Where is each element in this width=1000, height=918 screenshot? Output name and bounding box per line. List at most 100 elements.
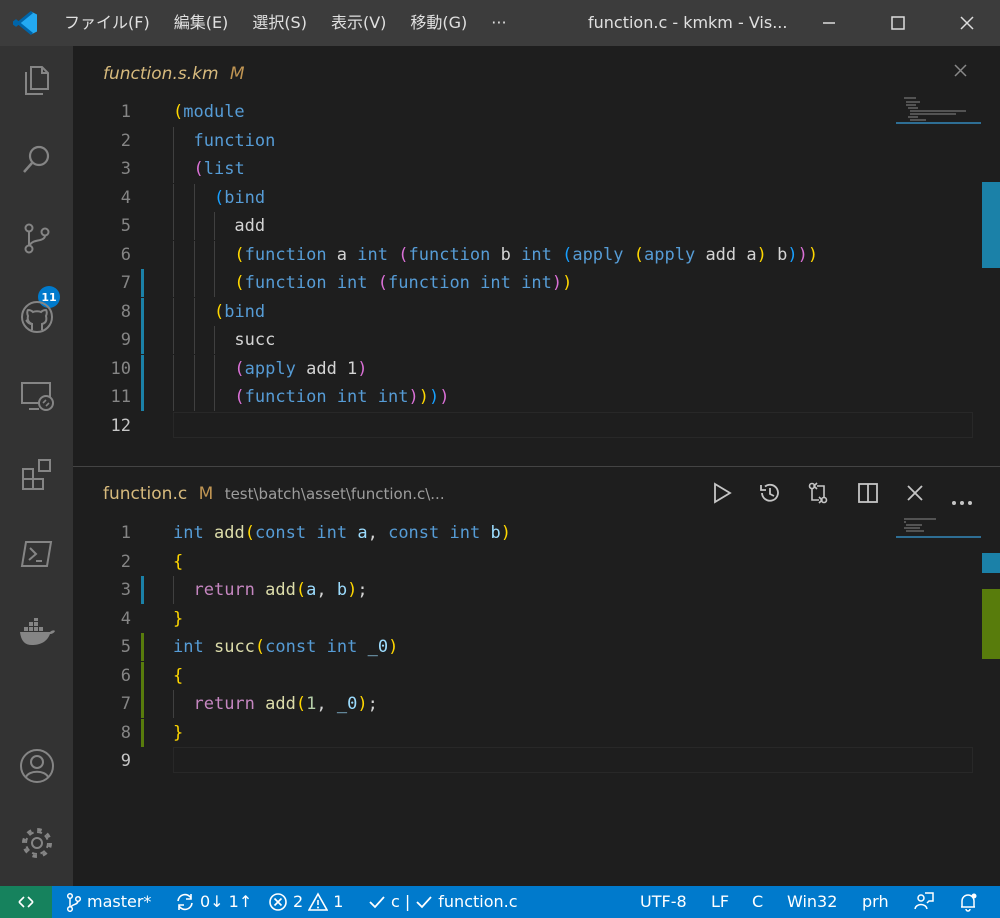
branch-indicator[interactable]: master* bbox=[66, 886, 151, 918]
code-line[interactable]: 4} bbox=[73, 605, 973, 633]
explorer-button[interactable] bbox=[0, 50, 73, 110]
code-line[interactable]: 9 succ bbox=[73, 326, 973, 354]
menu-edit[interactable]: 編集(E) bbox=[162, 0, 241, 46]
files-icon bbox=[24, 66, 49, 95]
sync-counts: 0↓ 1↑ bbox=[200, 892, 253, 911]
branch-name: master* bbox=[87, 892, 152, 911]
run-button[interactable] bbox=[711, 482, 733, 508]
code-line[interactable]: 2{ bbox=[73, 548, 973, 576]
code-text: add bbox=[173, 216, 266, 236]
github-button[interactable] bbox=[0, 287, 73, 347]
menu-go[interactable]: 移動(G) bbox=[398, 0, 479, 46]
maximize-button[interactable] bbox=[875, 0, 921, 46]
code-line[interactable]: 5 add bbox=[73, 212, 973, 240]
dirty-diff-marker[interactable] bbox=[141, 354, 144, 383]
prh-indicator[interactable]: prh bbox=[862, 886, 889, 918]
dirty-diff-marker[interactable] bbox=[141, 269, 144, 297]
notifications-button[interactable] bbox=[958, 886, 978, 918]
extensions-button[interactable] bbox=[0, 445, 73, 505]
accounts-button[interactable] bbox=[0, 736, 73, 796]
dirty-diff-marker[interactable] bbox=[141, 718, 144, 747]
code-text: (function int int)))) bbox=[234, 387, 450, 407]
source-control-icon bbox=[24, 223, 49, 254]
vscode-logo-icon bbox=[0, 0, 52, 46]
dirty-diff-marker[interactable] bbox=[141, 383, 144, 411]
code-line[interactable]: 2 function bbox=[73, 126, 973, 155]
dirty-diff-marker[interactable] bbox=[141, 297, 144, 326]
code-line[interactable]: 11 (function int int)))) bbox=[73, 383, 973, 411]
dirty-diff-marker[interactable] bbox=[141, 661, 144, 690]
dirty-diff-marker[interactable] bbox=[141, 690, 144, 718]
split-editor-button[interactable] bbox=[857, 482, 879, 508]
code-line[interactable]: 4 (bind bbox=[73, 183, 973, 212]
code-line[interactable]: 12 bbox=[73, 411, 973, 440]
open-changes-button[interactable] bbox=[807, 482, 829, 508]
play-icon bbox=[714, 482, 732, 504]
language-indicator[interactable]: C bbox=[752, 886, 763, 918]
code-line[interactable]: 7 (function int (function int int)) bbox=[73, 269, 973, 297]
code-text: (bind bbox=[213, 187, 266, 208]
tab-filename: function.c bbox=[103, 484, 188, 504]
code-text: (apply add 1) bbox=[234, 358, 368, 379]
settings-button[interactable] bbox=[0, 813, 73, 873]
remote-indicator[interactable] bbox=[0, 886, 52, 918]
menu-file[interactable]: ファイル(F) bbox=[52, 0, 162, 46]
docker-button[interactable] bbox=[0, 603, 73, 663]
minimize-button[interactable] bbox=[806, 0, 852, 46]
code-line[interactable]: 3 (list bbox=[73, 155, 973, 183]
minimap[interactable] bbox=[896, 517, 1000, 539]
close-editor-button[interactable] bbox=[953, 63, 969, 83]
close-editor-button[interactable] bbox=[906, 484, 924, 506]
menu-view[interactable]: 表示(V) bbox=[319, 0, 398, 46]
code-line[interactable]: 6{ bbox=[73, 661, 973, 690]
feedback-button[interactable] bbox=[914, 886, 934, 918]
dirty-diff-marker[interactable] bbox=[141, 326, 144, 354]
code-text: return add(a, b); bbox=[193, 580, 368, 600]
code-line[interactable]: 8 (bind bbox=[73, 297, 973, 326]
code-line[interactable]: 9 bbox=[73, 747, 973, 775]
minimap-preview bbox=[896, 97, 981, 124]
line-number: 9 bbox=[120, 751, 131, 771]
code-line[interactable]: 8} bbox=[73, 718, 973, 747]
code-line[interactable]: 1 int add(const int a, const int b) bbox=[73, 519, 973, 547]
sync-indicator[interactable]: 0↓ 1↑ bbox=[175, 886, 252, 918]
search-button[interactable] bbox=[0, 129, 73, 189]
code-editor[interactable]: 1 int add(const int a, const int b) 2{3 re… bbox=[73, 519, 973, 849]
source-control-button[interactable] bbox=[0, 208, 73, 268]
problems-indicator[interactable]: 2 1 bbox=[268, 886, 343, 918]
activity-bar: 11 bbox=[0, 46, 73, 886]
editor-tab[interactable]: function.s.km M bbox=[103, 64, 245, 84]
timeline-button[interactable] bbox=[758, 482, 780, 508]
powershell-button[interactable] bbox=[0, 524, 73, 584]
eol-indicator[interactable]: LF bbox=[711, 886, 729, 918]
close-window-button[interactable] bbox=[944, 0, 990, 46]
editor-tab[interactable]: function.c M test\batch\asset\function.c… bbox=[103, 484, 445, 504]
code-text: } bbox=[173, 722, 184, 743]
encoding-indicator[interactable]: UTF-8 bbox=[640, 886, 687, 918]
remote-explorer-button[interactable] bbox=[0, 366, 73, 426]
line-number: 7 bbox=[120, 273, 131, 293]
code-line[interactable]: 7 return add(1, _0); bbox=[73, 690, 973, 718]
code-line[interactable]: 6 (function a int (function b int (apply… bbox=[73, 240, 973, 269]
code-text: (function int (function int int)) bbox=[234, 273, 573, 293]
platform-indicator[interactable]: Win32 bbox=[787, 886, 837, 918]
code-line[interactable]: 5 int succ(const int _0) bbox=[73, 633, 973, 661]
code-editor[interactable]: 1 (module 2 function 3 (list 4 (bind 5 add 6 (… bbox=[73, 98, 973, 462]
line-number: 4 bbox=[120, 187, 131, 208]
code-line[interactable]: 10 (apply add 1) bbox=[73, 354, 973, 383]
more-actions-button[interactable] bbox=[951, 491, 973, 510]
code-line[interactable]: 1 (module bbox=[73, 98, 973, 126]
dirty-diff-marker[interactable] bbox=[141, 576, 144, 604]
code-text: (bind bbox=[213, 301, 266, 322]
minimap[interactable] bbox=[896, 96, 1000, 126]
lint-status[interactable]: c | function.c bbox=[368, 886, 518, 918]
code-line[interactable]: 3 return add(a, b); bbox=[73, 576, 973, 604]
dirty-diff-marker[interactable] bbox=[141, 633, 144, 661]
menu-more[interactable]: ··· bbox=[479, 0, 518, 46]
gear-icon bbox=[21, 828, 52, 858]
line-number: 12 bbox=[110, 415, 131, 436]
status-bar: master* 0↓ 1↑ 2 1 c | function.c UTF-8 L… bbox=[0, 886, 1000, 918]
check-icon bbox=[369, 896, 385, 909]
lint-label: c | bbox=[391, 892, 411, 911]
menu-selection[interactable]: 選択(S) bbox=[240, 0, 319, 46]
